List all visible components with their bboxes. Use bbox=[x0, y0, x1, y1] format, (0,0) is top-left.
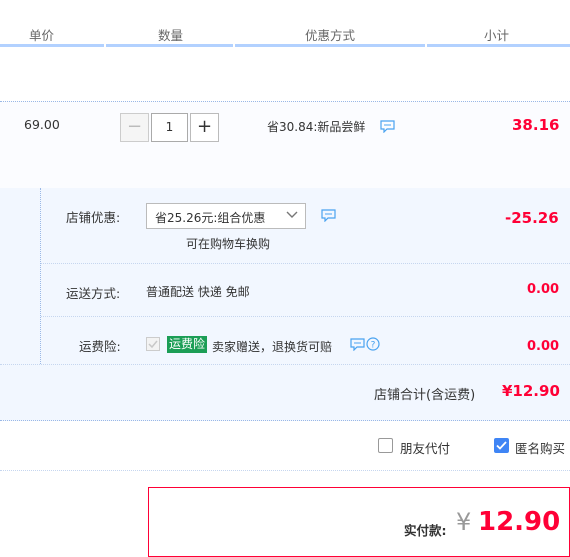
insurance-amount: 0.00 bbox=[527, 339, 560, 354]
quantity-input[interactable]: 1 bbox=[151, 113, 188, 142]
message-icon[interactable] bbox=[321, 209, 336, 225]
column-underline bbox=[235, 44, 425, 47]
item-row bbox=[0, 101, 570, 189]
anonymous-checkbox[interactable] bbox=[494, 438, 509, 453]
svg-text:?: ? bbox=[371, 341, 376, 351]
item-promotion: 省30.84:新品尝鲜 bbox=[267, 120, 366, 134]
chevron-down-icon bbox=[285, 208, 299, 225]
column-header-price: 单价 bbox=[29, 28, 55, 43]
insurance-checkbox bbox=[146, 337, 160, 351]
shop-discount-select[interactable]: 省25.26元:组合优惠 bbox=[146, 203, 306, 229]
quantity-decrease-button[interactable]: − bbox=[120, 113, 149, 142]
item-subtotal: 38.16 bbox=[512, 116, 560, 134]
shop-discount-selected: 省25.26元:组合优惠 bbox=[155, 211, 266, 225]
divider bbox=[41, 263, 570, 264]
shop-total-label: 店铺合计(含运费) bbox=[374, 388, 476, 403]
column-underline bbox=[427, 44, 570, 47]
anonymous-label[interactable]: 匿名购买 bbox=[515, 438, 565, 457]
shipping-method-label: 运送方式: bbox=[66, 286, 121, 301]
currency-symbol: ¥ bbox=[456, 508, 472, 536]
insurance-label: 运费险: bbox=[79, 339, 121, 354]
exchange-note: 可在购物车换购 bbox=[186, 237, 271, 251]
insurance-badge: 运费险 bbox=[167, 336, 208, 353]
insurance-desc: 卖家赠送，退换货可赔 bbox=[212, 340, 333, 354]
unit-price: 69.00 bbox=[24, 117, 60, 132]
message-icon[interactable] bbox=[380, 120, 395, 136]
friend-pay-checkbox[interactable] bbox=[378, 438, 393, 453]
column-underline bbox=[0, 44, 104, 47]
message-icon[interactable] bbox=[350, 338, 365, 354]
divider bbox=[40, 188, 41, 364]
payment-label: 实付款: bbox=[404, 523, 447, 538]
shop-discount-label: 店铺优惠: bbox=[66, 210, 121, 225]
shipping-amount: 0.00 bbox=[527, 282, 560, 297]
shop-total-value: ¥12.90 bbox=[502, 382, 560, 400]
divider bbox=[41, 316, 570, 317]
divider bbox=[0, 364, 570, 365]
column-header-promotion: 优惠方式 bbox=[305, 28, 356, 43]
shop-discount-amount: -25.26 bbox=[505, 209, 559, 227]
column-header-quantity: 数量 bbox=[158, 28, 184, 43]
column-header-subtotal: 小计 bbox=[484, 28, 510, 43]
help-icon[interactable]: ? bbox=[366, 337, 380, 354]
column-underline bbox=[106, 44, 233, 47]
friend-pay-label[interactable]: 朋友代付 bbox=[400, 438, 450, 457]
shipping-method-value: 普通配送 快递 免邮 bbox=[146, 285, 250, 299]
options-row bbox=[0, 421, 570, 471]
quantity-increase-button[interactable]: + bbox=[190, 113, 219, 142]
payment-amount: 12.90 bbox=[478, 507, 561, 537]
